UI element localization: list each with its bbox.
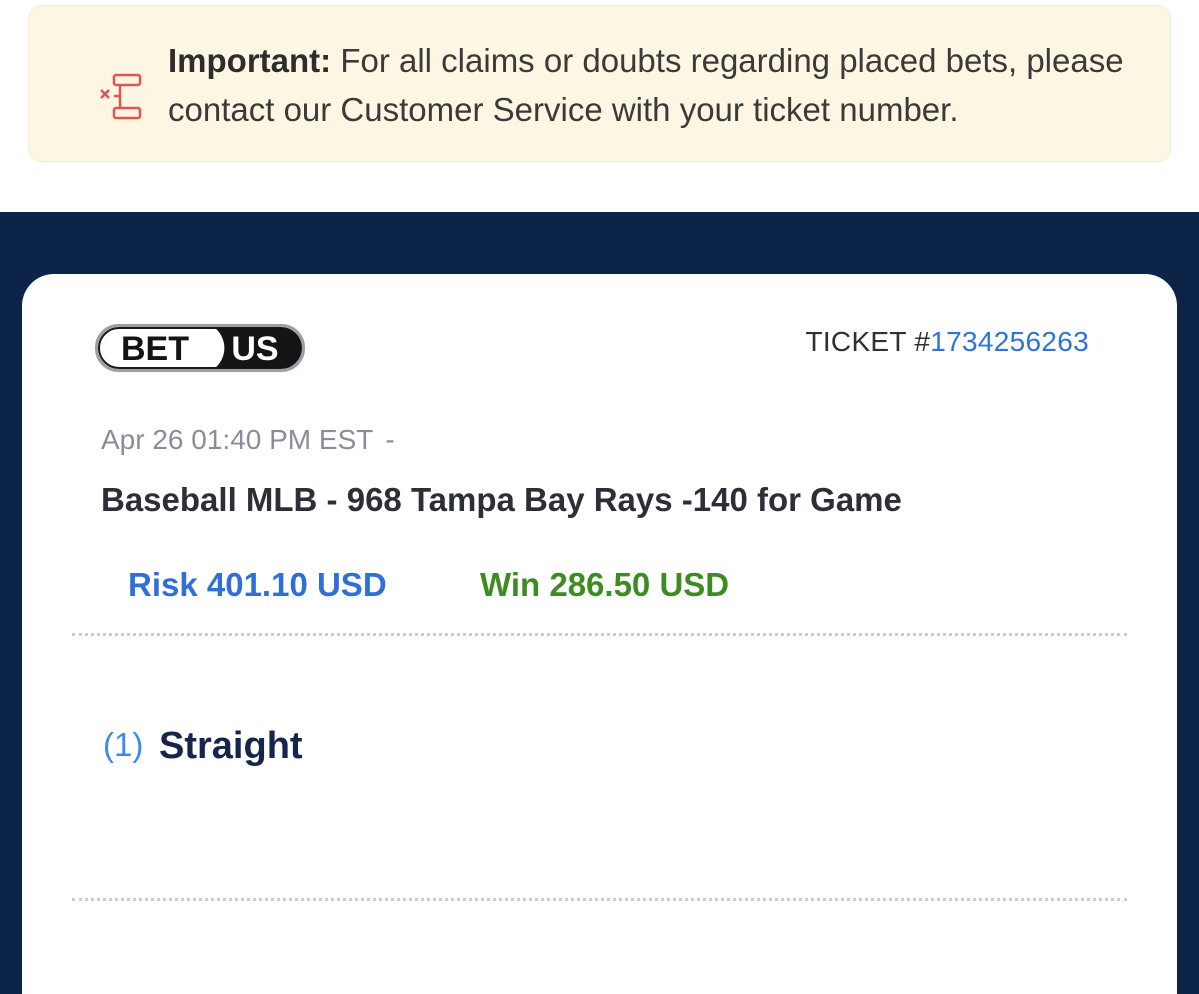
- ticket-label: TICKET #: [805, 326, 931, 357]
- divider: [72, 633, 1127, 636]
- logo-text-us: US: [231, 330, 278, 368]
- bet-slip-icon: [97, 72, 143, 122]
- bet-datetime: Apr 26 01:40 PM EST -: [101, 424, 395, 456]
- important-notice-banner: Important: For all claims or doubts rega…: [28, 5, 1171, 162]
- ticket-card: BET US TICKET #1734256263 Apr 26 01:40 P…: [22, 274, 1177, 994]
- page: Important: For all claims or doubts rega…: [0, 0, 1199, 994]
- ticket-number-value[interactable]: 1734256263: [930, 326, 1089, 357]
- betus-logo: BET US: [95, 324, 305, 374]
- notice-text: Important: For all claims or doubts rega…: [168, 36, 1158, 134]
- logo-text-bet: BET: [121, 330, 189, 368]
- notice-important-label: Important:: [168, 42, 332, 79]
- ticket-number: TICKET #1734256263: [805, 326, 1089, 358]
- risk-amount: Risk 401.10 USD: [128, 566, 387, 603]
- bet-description: Baseball MLB - 968 Tampa Bay Rays -140 f…: [101, 481, 902, 518]
- win-amount: Win 286.50 USD: [480, 566, 730, 603]
- bet-count: (1): [103, 726, 144, 763]
- bet-datetime-value: Apr 26 01:40 PM EST: [101, 424, 374, 455]
- bet-type: Straight: [159, 725, 303, 767]
- bet-datetime-separator: -: [385, 424, 395, 455]
- divider: [72, 898, 1127, 901]
